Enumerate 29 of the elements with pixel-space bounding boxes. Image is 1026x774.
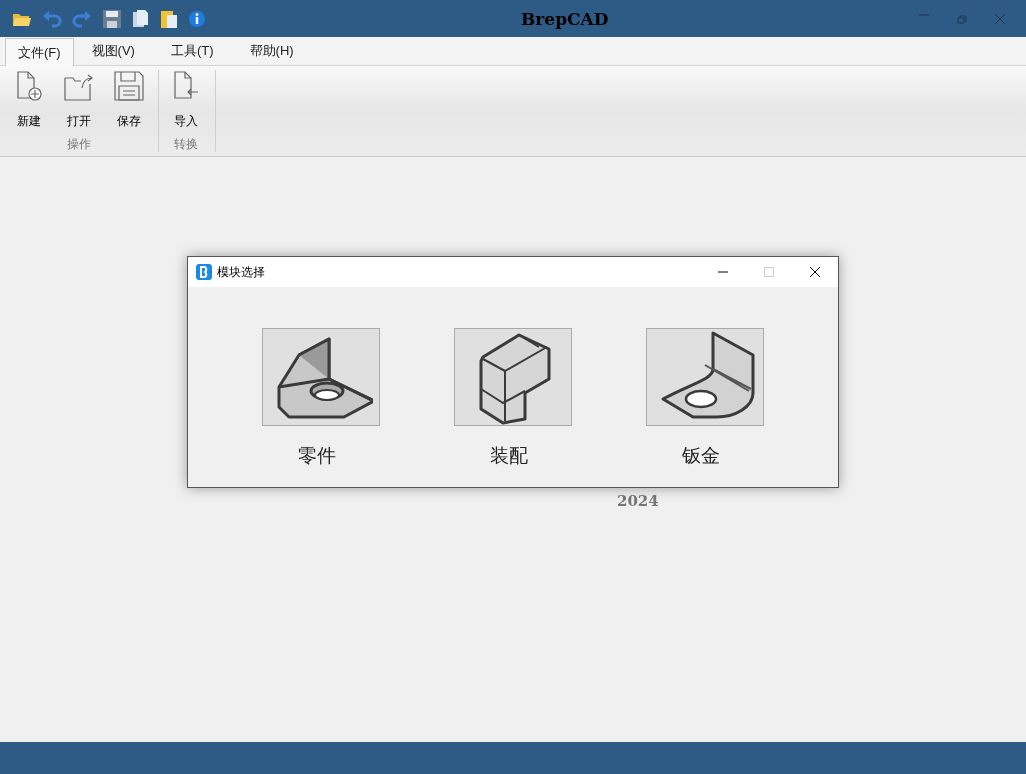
ribbon-button[interactable]: 保存 — [104, 70, 154, 132]
window-title: BrepCAD — [521, 8, 609, 31]
module-label: 钣金 — [682, 444, 720, 468]
module-label: 零件 — [298, 444, 336, 468]
paste-icon[interactable] — [160, 8, 178, 29]
ribbon-group-label: 转换 — [174, 136, 198, 153]
module-button[interactable] — [262, 328, 380, 426]
copy-icon[interactable] — [132, 8, 150, 29]
ribbon-button[interactable]: 打开 — [54, 70, 104, 132]
menu-tab[interactable]: 工具(T) — [152, 37, 232, 65]
restore-icon — [956, 12, 968, 25]
dialog-title: 模块选择 — [217, 264, 265, 281]
close-icon — [994, 12, 1006, 25]
module-button[interactable] — [454, 328, 572, 426]
minimize-icon — [717, 271, 729, 273]
maximize-icon — [763, 266, 775, 278]
new-file-icon — [14, 70, 44, 102]
background-text: 2024 — [617, 491, 659, 512]
close-icon — [809, 266, 821, 278]
module-label: 装配 — [490, 444, 528, 468]
import-file-icon — [171, 70, 201, 102]
ribbon-button[interactable]: 新建 — [4, 70, 54, 132]
info-icon[interactable] — [188, 9, 206, 28]
ribbon-button[interactable]: 导入 — [161, 70, 211, 132]
app-logo-icon — [196, 264, 212, 280]
ribbon-group-label: 操作 — [67, 136, 91, 153]
menu-tab[interactable]: 视图(V) — [73, 37, 153, 65]
menu-tab[interactable]: 文件(F) — [5, 38, 74, 66]
menu-tab[interactable]: 帮助(H) — [231, 37, 312, 65]
